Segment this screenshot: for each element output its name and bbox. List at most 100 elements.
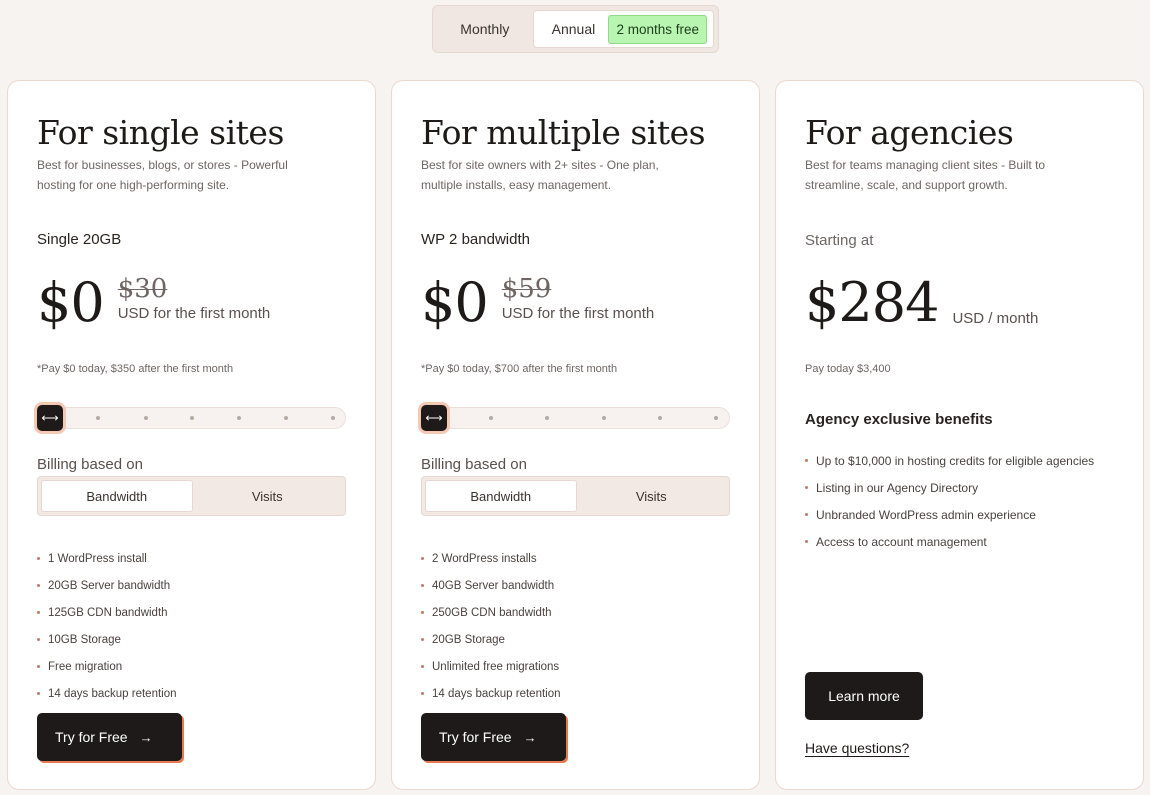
bullet-icon xyxy=(805,513,808,516)
bullet-icon xyxy=(421,665,424,668)
feature-item: Unlimited free migrations xyxy=(421,653,730,680)
feature-text: 14 days backup retention xyxy=(432,687,561,700)
billing-basis-toggle: Bandwidth Visits xyxy=(421,476,730,516)
bullet-icon xyxy=(805,540,808,543)
benefit-item: Listing in our Agency Directory xyxy=(805,474,1114,501)
bullet-icon xyxy=(421,611,424,614)
feature-item: 10GB Storage xyxy=(37,626,346,653)
price-row: $0 $30 USD for the first month xyxy=(37,271,346,335)
monthly-option[interactable]: Monthly xyxy=(437,10,533,48)
months-free-badge: 2 months free xyxy=(608,14,707,44)
card-title: For agencies xyxy=(805,113,1014,152)
feature-text: 20GB Storage xyxy=(432,633,505,646)
feature-item: 250GB CDN bandwidth xyxy=(421,599,730,626)
feature-text: 10GB Storage xyxy=(48,633,121,646)
old-price: $59 xyxy=(501,274,552,304)
bandwidth-option[interactable]: Bandwidth xyxy=(41,480,193,512)
feature-item: 14 days backup retention xyxy=(421,680,730,707)
price-details: $30 USD for the first month xyxy=(118,276,271,322)
benefit-text: Unbranded WordPress admin experience xyxy=(816,507,1036,522)
feature-list: 1 WordPress install 20GB Server bandwidt… xyxy=(37,545,346,707)
slider-step-dot xyxy=(602,416,606,420)
arrow-right-icon: → xyxy=(139,729,153,745)
slider-step-dot xyxy=(96,416,100,420)
feature-item: 20GB Storage xyxy=(421,626,730,653)
try-for-free-button[interactable]: Try for Free → xyxy=(37,713,182,761)
feature-text: Free migration xyxy=(48,660,123,673)
old-price: $30 xyxy=(117,274,168,304)
feature-item: 20GB Server bandwidth xyxy=(37,572,346,599)
price-details: USD / month xyxy=(952,276,1038,327)
visits-option[interactable]: Visits xyxy=(577,480,727,512)
price-unit: USD for the first month xyxy=(501,305,655,322)
plan-card-agencies: For agencies Best for teams managing cli… xyxy=(775,80,1144,790)
benefit-item: Up to $10,000 in hosting credits for eli… xyxy=(805,447,1114,474)
slider-step-dot xyxy=(714,416,718,420)
slider-step-dot xyxy=(237,416,241,420)
bullet-icon xyxy=(421,692,424,695)
feature-text: 40GB Server bandwidth xyxy=(432,579,555,592)
bullet-icon xyxy=(805,486,808,489)
price: $0 xyxy=(421,271,489,334)
feature-text: 14 days backup retention xyxy=(48,687,177,700)
benefit-text: Access to account management xyxy=(816,534,987,549)
try-for-free-button[interactable]: Try for Free → xyxy=(421,713,566,761)
starting-at-label: Starting at xyxy=(805,232,874,249)
plan-size-slider[interactable]: ⟷ xyxy=(421,405,730,431)
bullet-icon xyxy=(805,459,808,462)
billing-label: Billing based on xyxy=(37,456,143,473)
arrow-right-icon: → xyxy=(523,729,537,745)
benefit-item: Access to account management xyxy=(805,528,1114,555)
feature-item: 40GB Server bandwidth xyxy=(421,572,730,599)
bullet-icon xyxy=(421,638,424,641)
slider-handle-icon[interactable]: ⟷ xyxy=(421,405,447,431)
card-description: Best for site owners with 2+ sites - One… xyxy=(421,158,659,192)
price-details: $59 USD for the first month xyxy=(502,276,655,322)
feature-item: 1 WordPress install xyxy=(37,545,346,572)
feature-text: 125GB CDN bandwidth xyxy=(48,606,168,619)
feature-item: 125GB CDN bandwidth xyxy=(37,599,346,626)
price: $0 xyxy=(37,271,105,334)
bullet-icon xyxy=(37,584,40,587)
annual-option[interactable]: Annual 2 months free xyxy=(532,10,714,48)
bullet-icon xyxy=(37,692,40,695)
feature-text: 2 WordPress installs xyxy=(432,552,537,565)
plan-name: WP 2 bandwidth xyxy=(421,231,530,248)
plan-name: Single 20GB xyxy=(37,231,122,248)
visits-option[interactable]: Visits xyxy=(193,480,343,512)
slider-step-dot xyxy=(658,416,662,420)
pay-note: Pay today $3,400 xyxy=(805,363,891,375)
plan-card-multiple-sites: For multiple sites Best for site owners … xyxy=(391,80,760,790)
benefit-text: Listing in our Agency Directory xyxy=(816,480,979,495)
bullet-icon xyxy=(421,584,424,587)
slider-handle-icon[interactable]: ⟷ xyxy=(37,405,63,431)
price: $284 xyxy=(805,271,939,334)
feature-list: 2 WordPress installs 40GB Server bandwid… xyxy=(421,545,730,707)
slider-step-dot xyxy=(489,416,493,420)
feature-item: 2 WordPress installs xyxy=(421,545,730,572)
card-description: Best for businesses, blogs, or stores - … xyxy=(37,158,288,192)
slider-step-dot xyxy=(545,416,549,420)
bullet-icon xyxy=(37,557,40,560)
billing-period-toggle: Monthly Annual 2 months free xyxy=(432,5,719,53)
feature-text: 250GB CDN bandwidth xyxy=(432,606,552,619)
price-unit: USD / month xyxy=(952,310,1039,327)
price-row: $284 USD / month xyxy=(805,271,1114,335)
bullet-icon xyxy=(37,665,40,668)
pay-note: *Pay $0 today, $350 after the first mont… xyxy=(37,363,234,375)
feature-item: 14 days backup retention xyxy=(37,680,346,707)
feature-item: Free migration xyxy=(37,653,346,680)
bullet-icon xyxy=(37,611,40,614)
annual-label: Annual xyxy=(551,21,596,37)
learn-more-button[interactable]: Learn more xyxy=(805,672,923,720)
slider-step-dot xyxy=(144,416,148,420)
plan-size-slider[interactable]: ⟷ xyxy=(37,405,346,431)
price-unit: USD for the first month xyxy=(117,305,271,322)
have-questions-link[interactable]: Have questions? xyxy=(805,740,909,756)
benefits-heading: Agency exclusive benefits xyxy=(805,411,993,428)
price-row: $0 $59 USD for the first month xyxy=(421,271,730,335)
billing-label: Billing based on xyxy=(421,456,527,473)
feature-text: 20GB Server bandwidth xyxy=(48,579,171,592)
bandwidth-option[interactable]: Bandwidth xyxy=(425,480,577,512)
slider-step-dot xyxy=(331,416,335,420)
